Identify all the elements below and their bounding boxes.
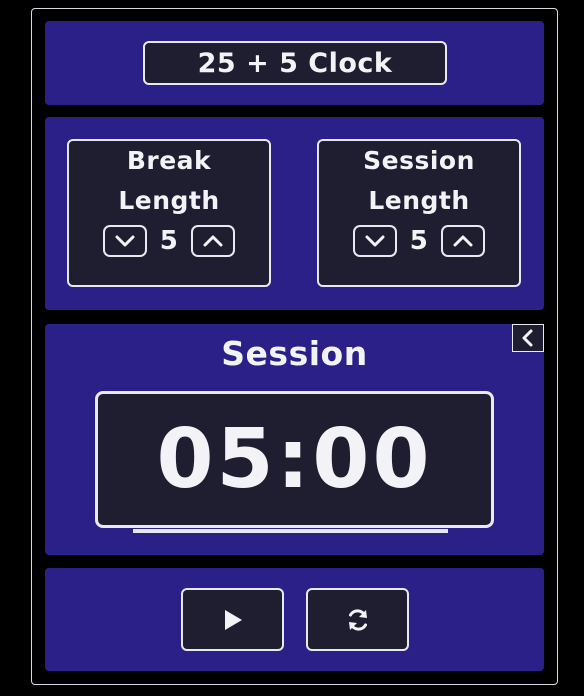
break-length-box: Break Length 5: [67, 139, 271, 287]
break-length-controls: 5: [103, 225, 235, 257]
time-left: 05:00: [156, 412, 433, 507]
timer-shadow-bar: [133, 529, 448, 533]
start-stop-button[interactable]: [181, 588, 284, 651]
timer-display: 05:00: [95, 391, 494, 528]
break-increment-button[interactable]: [191, 225, 235, 257]
timer-label: Session: [221, 334, 368, 373]
collapse-button[interactable]: [512, 324, 544, 352]
session-increment-button[interactable]: [441, 225, 485, 257]
chevron-up-icon: [203, 235, 223, 247]
break-length-value: 5: [159, 226, 179, 256]
app-frame: 25 + 5 Clock Break Length 5 Session Leng…: [31, 8, 558, 685]
session-length-value: 5: [409, 226, 429, 256]
length-panel: Break Length 5 Session Length 5: [45, 117, 544, 310]
timer-panel: Session 05:00: [45, 324, 544, 555]
reset-button[interactable]: [306, 588, 409, 651]
chevron-down-icon: [115, 235, 135, 247]
chevron-up-icon: [453, 235, 473, 247]
title-panel: 25 + 5 Clock: [45, 21, 544, 105]
session-length-controls: 5: [353, 225, 485, 257]
session-length-label: Session Length: [363, 141, 475, 221]
refresh-icon: [348, 608, 367, 631]
session-label-line2: Length: [368, 186, 470, 215]
session-label-line1: Session: [363, 146, 475, 175]
controls-panel: [45, 568, 544, 671]
break-label-line2: Length: [118, 186, 220, 215]
break-length-label: Break Length: [118, 141, 219, 221]
break-decrement-button[interactable]: [103, 225, 147, 257]
session-length-box: Session Length 5: [317, 139, 521, 287]
chevron-left-icon: [522, 329, 533, 347]
session-decrement-button[interactable]: [353, 225, 397, 257]
play-icon: [224, 609, 242, 630]
chevron-down-icon: [365, 235, 385, 247]
break-label-line1: Break: [126, 146, 212, 175]
app-title: 25 + 5 Clock: [143, 41, 447, 85]
